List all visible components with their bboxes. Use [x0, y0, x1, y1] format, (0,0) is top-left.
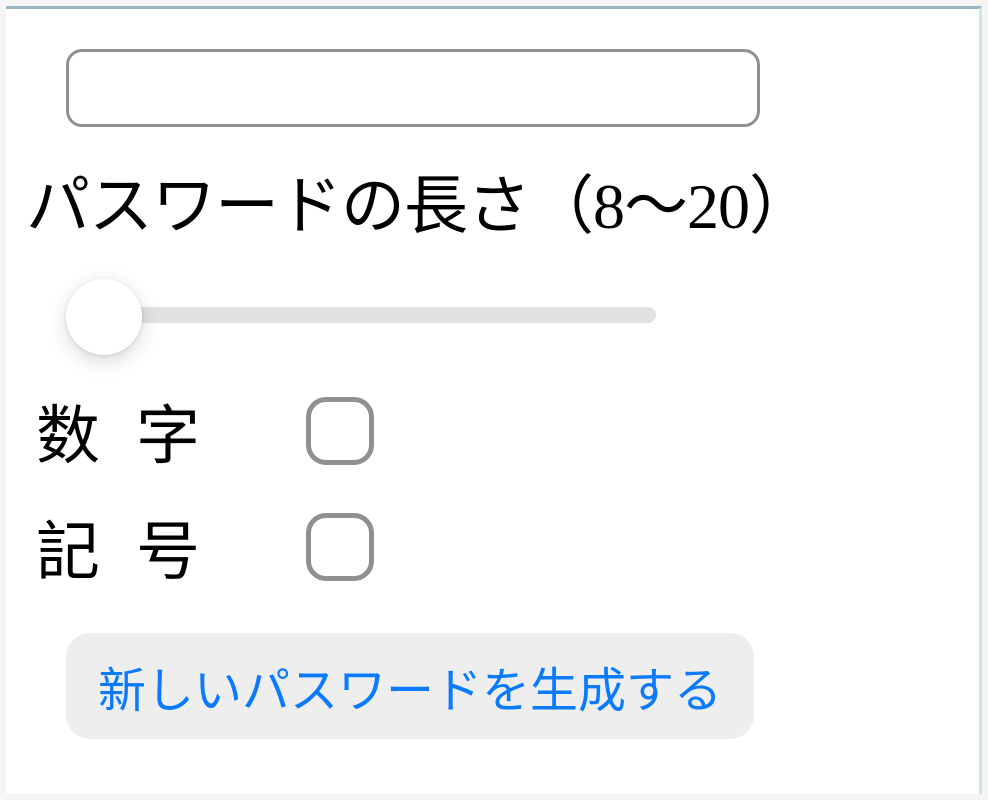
numbers-option-row: 数字	[36, 385, 959, 477]
symbols-checkbox[interactable]	[306, 513, 374, 581]
symbols-option-row: 記号	[36, 501, 959, 593]
generate-password-button[interactable]: 新しいパスワードを生成する	[66, 633, 754, 739]
numbers-checkbox[interactable]	[306, 397, 374, 465]
password-generator-window: パスワードの長さ（8〜20） 数字 記号 新しいパスワードを生成する	[6, 6, 982, 794]
password-output-field[interactable]	[66, 49, 760, 127]
slider-thumb[interactable]	[66, 279, 142, 355]
slider-track	[96, 307, 656, 323]
password-length-label: パスワードの長さ（8〜20）	[26, 155, 959, 247]
password-length-slider[interactable]	[46, 275, 686, 355]
symbols-label: 記号	[36, 501, 306, 593]
numbers-label: 数字	[36, 385, 306, 477]
